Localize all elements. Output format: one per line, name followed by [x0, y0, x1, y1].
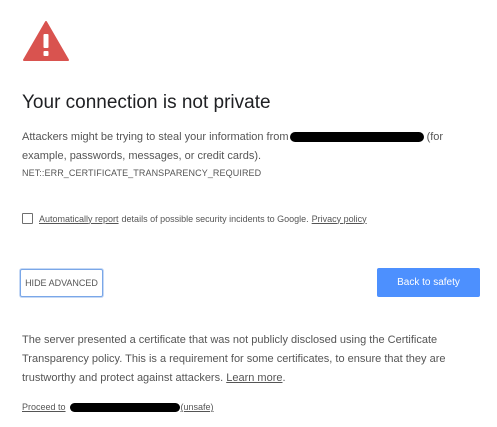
proceed-link-suffix[interactable]: (unsafe)	[181, 402, 214, 412]
advanced-details-text: The server presented a certificate that …	[22, 331, 484, 388]
privacy-policy-link[interactable]: Privacy policy	[312, 214, 367, 224]
error-code: NET::ERR_CERTIFICATE_TRANSPARENCY_REQUIR…	[22, 168, 262, 178]
hide-advanced-button[interactable]: HIDE ADVANCED	[20, 269, 103, 297]
back-to-safety-button[interactable]: Back to safety	[377, 268, 480, 297]
proceed-row: Proceed to (unsafe)	[22, 402, 214, 412]
privacy-error-page: Your connection is not private Attackers…	[0, 0, 497, 427]
warning-triangle-icon	[23, 21, 69, 61]
page-title: Your connection is not private	[22, 92, 271, 113]
report-row: Automatically report details of possible…	[22, 213, 367, 224]
redacted-hostname	[289, 132, 424, 143]
report-text: details of possible security incidents t…	[121, 213, 309, 224]
learn-more-suffix: .	[282, 372, 286, 384]
proceed-link-prefix[interactable]: Proceed to	[22, 402, 66, 412]
auto-report-checkbox[interactable]	[22, 213, 33, 224]
intro-text-before: Attackers might be trying to steal your …	[22, 131, 289, 143]
learn-more-link[interactable]: Learn more	[226, 372, 282, 384]
auto-report-link[interactable]: Automatically report	[39, 214, 119, 224]
redacted-proceed-hostname[interactable]	[69, 402, 180, 412]
intro-text: Attackers might be trying to steal your …	[22, 128, 482, 166]
